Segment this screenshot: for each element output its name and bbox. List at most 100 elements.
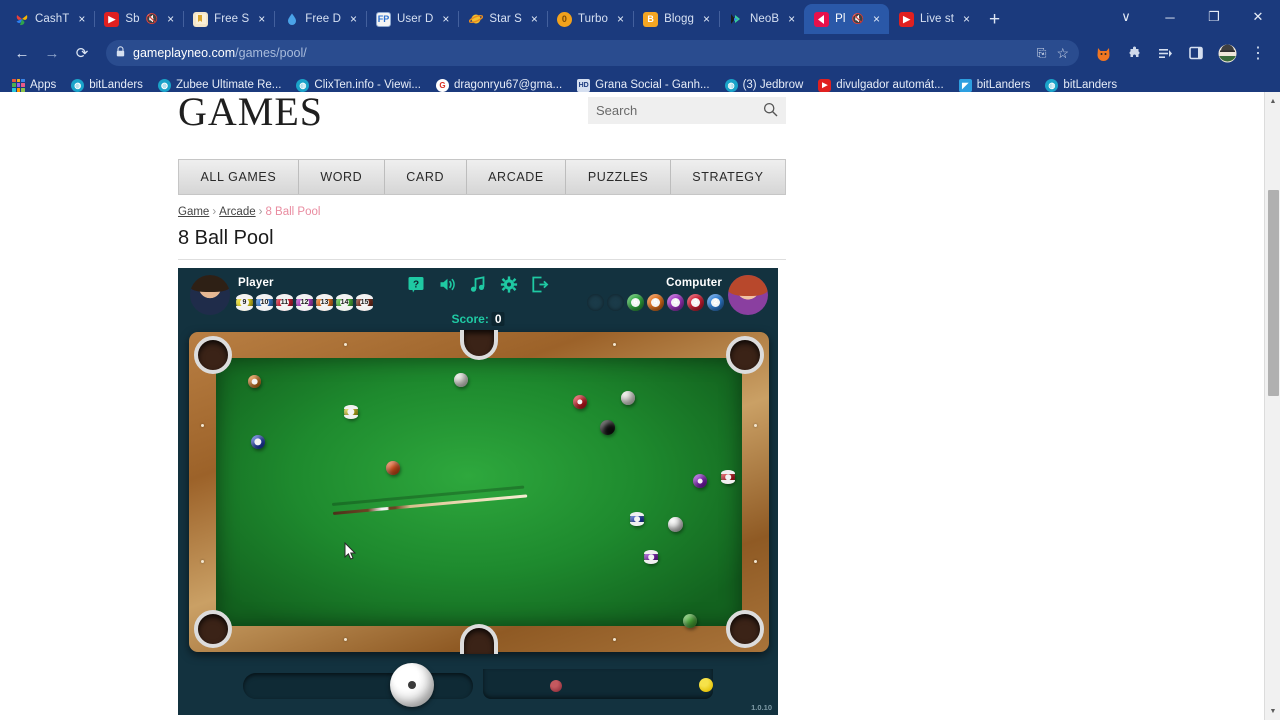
browser-tab-6[interactable]: 0 Turbo × bbox=[547, 4, 635, 34]
power-slider[interactable] bbox=[243, 673, 473, 699]
black-ball-8[interactable] bbox=[600, 420, 615, 435]
blue-stripe-10[interactable] bbox=[630, 512, 644, 526]
music-icon[interactable] bbox=[470, 276, 487, 293]
new-tab-button[interactable]: + bbox=[979, 10, 1010, 34]
breadcrumb-game[interactable]: Game bbox=[178, 206, 209, 218]
sidepanel-icon[interactable] bbox=[1182, 39, 1210, 67]
orange-ball-c[interactable] bbox=[386, 461, 400, 475]
exit-icon[interactable] bbox=[532, 276, 549, 293]
bookmark-label: Zubee Ultimate Re... bbox=[175, 79, 282, 91]
browser-tab-8[interactable]: NeoB × bbox=[719, 4, 806, 34]
game-canvas[interactable]: Player 9 10 11 12 13 14 15 ? Score: 0 Co… bbox=[178, 268, 778, 715]
browser-tab-3[interactable]: Free D × bbox=[274, 4, 367, 34]
white-ball-a[interactable] bbox=[454, 373, 468, 387]
red-stripe-11[interactable] bbox=[721, 470, 735, 484]
breadcrumb-arcade[interactable]: Arcade bbox=[219, 206, 255, 218]
puzzle-extension-icon[interactable] bbox=[1120, 39, 1148, 67]
page-scrollbar[interactable]: ▲ ▼ bbox=[1264, 92, 1280, 720]
reading-list-icon[interactable] bbox=[1151, 39, 1179, 67]
youtube-icon: ▶ bbox=[104, 11, 120, 27]
reload-button[interactable]: ⟳ bbox=[68, 39, 96, 67]
browser-tab-2[interactable]: Free S × bbox=[183, 4, 276, 34]
browser-tab-4[interactable]: FP User D × bbox=[366, 4, 460, 34]
sound-icon[interactable] bbox=[439, 276, 456, 293]
tab-close-icon[interactable]: × bbox=[700, 13, 713, 26]
tab-close-icon[interactable]: × bbox=[75, 13, 88, 26]
tab-search-icon[interactable]: ∨ bbox=[1104, 0, 1148, 34]
browser-tab-5[interactable]: Star S × bbox=[458, 4, 548, 34]
bookmark-4[interactable]: G dragonryu67@gma... bbox=[430, 77, 568, 94]
tab-close-icon[interactable]: × bbox=[164, 13, 177, 26]
bookmark-6[interactable]: ◍ (3) Jedbrow bbox=[719, 77, 810, 94]
tab-close-icon[interactable]: × bbox=[347, 13, 360, 26]
cue-ball-preview[interactable] bbox=[390, 663, 434, 707]
globe-icon: ◍ bbox=[724, 78, 738, 92]
tab-close-icon[interactable]: × bbox=[614, 13, 627, 26]
cue-ball[interactable] bbox=[668, 517, 683, 532]
orange-ball-5[interactable] bbox=[248, 375, 261, 388]
bookmark-3[interactable]: ◍ ClixTen.info - Viewi... bbox=[290, 77, 427, 94]
browser-tab-9-active[interactable]: Pl 🔇 × bbox=[804, 4, 890, 34]
bookmark-star-icon[interactable]: ☆ bbox=[1056, 45, 1069, 62]
help-icon[interactable]: ? bbox=[408, 276, 425, 293]
scrollbar-thumb[interactable] bbox=[1268, 190, 1279, 396]
tab-close-icon[interactable]: × bbox=[960, 13, 973, 26]
search-input[interactable]: Search bbox=[588, 97, 786, 124]
bookmark-9[interactable]: ◍ bitLanders bbox=[1039, 77, 1123, 94]
nav-item-puzzles[interactable]: PUZZLES bbox=[566, 160, 671, 194]
player-ball: 13 bbox=[316, 294, 333, 312]
purple-stripe-12[interactable] bbox=[644, 550, 658, 564]
blue-ball-2[interactable] bbox=[251, 435, 265, 449]
browser-tab-7[interactable]: B Blogg × bbox=[633, 4, 720, 34]
nav-item-all-games[interactable]: ALL GAMES bbox=[179, 160, 299, 194]
back-button[interactable]: ← bbox=[8, 39, 36, 67]
green-ball-6[interactable] bbox=[683, 614, 697, 628]
bookmark-apps[interactable]: Apps bbox=[6, 77, 62, 94]
planet-icon bbox=[468, 12, 483, 27]
tab-close-icon[interactable]: × bbox=[528, 13, 541, 26]
address-bar[interactable]: gameplayneo.com/games/pool/ ⎘ ☆ bbox=[106, 40, 1079, 66]
forward-button[interactable]: → bbox=[38, 39, 66, 67]
share-icon[interactable]: ⎘ bbox=[1037, 46, 1047, 61]
bookmark-label: dragonryu67@gma... bbox=[453, 79, 563, 91]
white-ball-b[interactable] bbox=[621, 391, 635, 405]
nav-item-arcade[interactable]: ARCADE bbox=[467, 160, 567, 194]
tab-title: Pl bbox=[835, 13, 846, 25]
avatar[interactable] bbox=[1213, 39, 1241, 67]
tab-close-icon[interactable]: × bbox=[785, 13, 798, 26]
nav-item-card[interactable]: CARD bbox=[385, 160, 467, 194]
purple-ball-4[interactable] bbox=[693, 474, 707, 488]
browser-tab-0[interactable]: CashT × bbox=[4, 4, 96, 34]
tab-mute-icon[interactable]: 🔇 bbox=[852, 14, 864, 25]
settings-gear-icon[interactable] bbox=[500, 276, 518, 293]
tab-close-icon[interactable]: × bbox=[255, 13, 268, 26]
window-close-button[interactable]: ✕ bbox=[1236, 0, 1280, 34]
bookmark-5[interactable]: HD Grana Social - Ganh... bbox=[571, 77, 715, 94]
computer-ball-empty bbox=[607, 294, 624, 311]
browser-tab-1[interactable]: ▶ Sb 🔇 × bbox=[94, 4, 185, 34]
fox-extension-icon[interactable] bbox=[1089, 39, 1117, 67]
nav-item-word[interactable]: WORD bbox=[299, 160, 385, 194]
search-icon[interactable] bbox=[763, 102, 778, 120]
browser-tab-10[interactable]: ▶ Live st × bbox=[889, 4, 979, 34]
bookmark-1[interactable]: ◍ bitLanders bbox=[65, 77, 149, 94]
tab-mute-icon[interactable]: 🔇 bbox=[146, 14, 158, 25]
tab-close-icon[interactable]: × bbox=[870, 13, 883, 26]
bookmark-7[interactable]: ▶ divulgador automát... bbox=[812, 77, 949, 94]
browser-menu-icon[interactable]: ⋮ bbox=[1244, 39, 1272, 67]
red-ball-3[interactable] bbox=[573, 395, 587, 409]
tab-close-icon[interactable]: × bbox=[439, 13, 452, 26]
yellow-ball-9[interactable] bbox=[344, 405, 358, 419]
pocket-bottom-middle bbox=[460, 624, 498, 654]
pool-table[interactable] bbox=[189, 330, 769, 654]
bookmark-2[interactable]: ◍ Zubee Ultimate Re... bbox=[152, 77, 287, 94]
url-text: gameplayneo.com/games/pool/ bbox=[133, 46, 307, 60]
minimize-button[interactable]: ─ bbox=[1148, 0, 1192, 34]
nav-item-strategy[interactable]: STRATEGY bbox=[671, 160, 785, 194]
maroon-ball bbox=[550, 680, 562, 692]
bookmark-label: divulgador automát... bbox=[836, 79, 944, 91]
bookmark-8[interactable]: ◤ bitLanders bbox=[953, 77, 1037, 94]
scroll-up-arrow[interactable]: ▲ bbox=[1265, 93, 1280, 109]
scroll-down-arrow[interactable]: ▼ bbox=[1265, 703, 1280, 719]
maximize-button[interactable]: ❐ bbox=[1192, 0, 1236, 34]
